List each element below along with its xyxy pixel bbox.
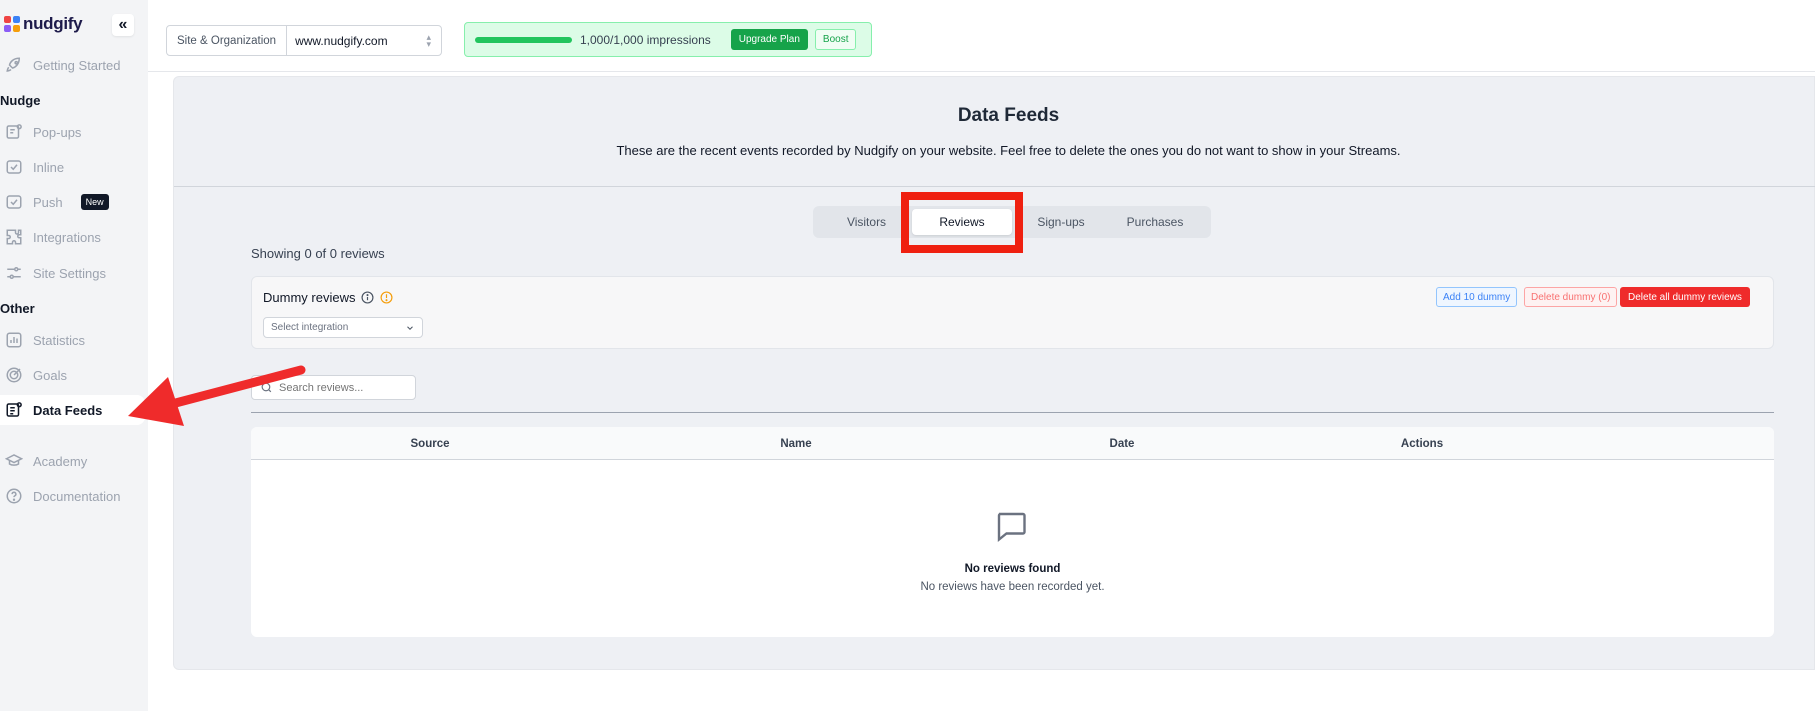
page-title: Data Feeds xyxy=(957,105,1060,126)
sidebar-item-push[interactable]: Push New xyxy=(0,187,145,217)
column-header-source[interactable]: Source xyxy=(411,438,450,450)
annotation-arrow-icon xyxy=(128,365,306,426)
delete-all-dummy-button[interactable]: Delete all dummy reviews xyxy=(1620,287,1750,307)
sidebar-item-site-settings[interactable]: Site Settings xyxy=(0,258,145,288)
sidebar-item-label: Academy xyxy=(33,453,88,469)
sidebar-item-label: Integrations xyxy=(33,229,101,245)
site-select-label: Site & Organization xyxy=(167,26,288,55)
tab-purchases[interactable]: Purchases xyxy=(1110,206,1200,238)
sidebar-item-data-feeds[interactable]: Data Feeds xyxy=(0,395,145,425)
sliders-icon xyxy=(7,267,21,279)
sidebar-item-label: Push xyxy=(33,194,63,210)
help-circle-icon xyxy=(6,488,22,504)
warning-icon[interactable] xyxy=(380,291,393,304)
double-chevron-left-icon: « xyxy=(118,16,128,33)
section-heading-nudge: Nudge xyxy=(0,93,41,108)
add-dummy-button[interactable]: Add 10 dummy xyxy=(1436,287,1518,307)
sidebar-item-label: Site Settings xyxy=(33,265,106,281)
empty-state-subtitle: No reviews have been recorded yet. xyxy=(920,581,1105,593)
sidebar-item-label: Statistics xyxy=(33,332,86,348)
sidebar-item-statistics[interactable]: Statistics xyxy=(0,325,145,355)
column-header-date[interactable]: Date xyxy=(1110,438,1135,450)
inline-icon xyxy=(6,160,22,174)
sidebar-item-popups[interactable]: Pop-ups xyxy=(0,117,145,147)
sidebar-item-goals[interactable]: Goals xyxy=(0,360,145,390)
sidebar-item-label: Documentation xyxy=(33,488,121,504)
table-header: Source Name Date Actions xyxy=(251,427,1774,460)
select-integration-placeholder: Select integration xyxy=(271,322,349,333)
sidebar-item-academy[interactable]: Academy xyxy=(0,446,145,476)
logo-mark-icon xyxy=(4,16,20,32)
tab-sign-ups[interactable]: Sign-ups xyxy=(1014,206,1108,238)
new-badge: New xyxy=(80,194,109,210)
target-icon xyxy=(6,367,22,383)
divider xyxy=(174,186,1815,187)
sidebar-item-inline[interactable]: Inline xyxy=(0,152,145,182)
dummy-reviews-title: Dummy reviews xyxy=(263,290,393,305)
rocket-icon xyxy=(6,57,21,72)
sidebar-item-label: Inline xyxy=(33,159,65,175)
site-organization-select[interactable]: Site & Organization www.nudgify.com ▴ ▾ xyxy=(166,25,442,56)
column-header-name[interactable]: Name xyxy=(780,438,811,450)
impressions-panel: 1,000/1,000 impressions Upgrade Plan Boo… xyxy=(464,22,872,57)
sidebar-item-documentation[interactable]: Documentation xyxy=(0,481,145,511)
sidebar-item-integrations[interactable]: Integrations xyxy=(0,222,145,252)
select-integration-dropdown[interactable]: Select integration xyxy=(263,317,423,338)
delete-dummy-button[interactable]: Delete dummy (0) xyxy=(1524,287,1618,307)
divider xyxy=(251,412,1774,413)
reviews-table: Source Name Date Actions No reviews foun… xyxy=(251,427,1774,637)
chevron-down-icon xyxy=(407,325,413,330)
push-icon xyxy=(6,195,22,209)
logo[interactable]: nudgify xyxy=(4,14,83,34)
sidebar-item-label: Data Feeds xyxy=(33,402,103,418)
graduation-cap-icon xyxy=(5,454,23,466)
impressions-progress-bar xyxy=(475,36,572,43)
sidebar-item-getting-started[interactable]: Getting Started xyxy=(0,50,145,80)
tab-visitors[interactable]: Visitors xyxy=(823,206,910,238)
sidebar-item-label: Pop-ups xyxy=(33,124,82,140)
site-select-value: www.nudgify.com xyxy=(295,33,388,48)
main-content: Data Feeds These are the recent events r… xyxy=(173,76,1815,670)
collapse-sidebar-button[interactable]: « xyxy=(112,14,134,36)
column-header-actions: Actions xyxy=(1400,438,1444,450)
sidebar: nudgify « Getting Started Nudge Pop-ups … xyxy=(0,0,148,711)
puzzle-icon xyxy=(6,229,22,245)
info-icon[interactable] xyxy=(361,291,374,304)
boost-button[interactable]: Boost xyxy=(814,29,857,50)
message-square-icon xyxy=(997,512,1026,542)
page-description: These are the recent events recorded by … xyxy=(616,143,1401,158)
feed-icon xyxy=(6,402,22,417)
logo-text: nudgify xyxy=(23,14,83,33)
sidebar-item-label: Goals xyxy=(33,367,67,383)
empty-state-title: No reviews found xyxy=(964,563,1061,575)
popup-icon xyxy=(6,124,22,139)
section-heading-other: Other xyxy=(0,301,35,316)
impressions-text: 1,000/1,000 impressions xyxy=(580,32,711,47)
annotation-highlight-box xyxy=(901,192,1023,253)
chevron-up-down-icon: ▴ ▾ xyxy=(426,31,431,49)
chart-icon xyxy=(6,332,22,348)
dummy-reviews-panel: Dummy reviews Select integration Add 10 … xyxy=(251,276,1774,349)
upgrade-plan-button[interactable]: Upgrade Plan xyxy=(730,29,808,50)
top-bar: Site & Organization www.nudgify.com ▴ ▾ 1… xyxy=(148,8,1815,72)
showing-count: Showing 0 of 0 reviews xyxy=(251,246,385,261)
dummy-reviews-label: Dummy reviews xyxy=(263,290,356,305)
sidebar-item-label: Getting Started xyxy=(33,57,121,73)
